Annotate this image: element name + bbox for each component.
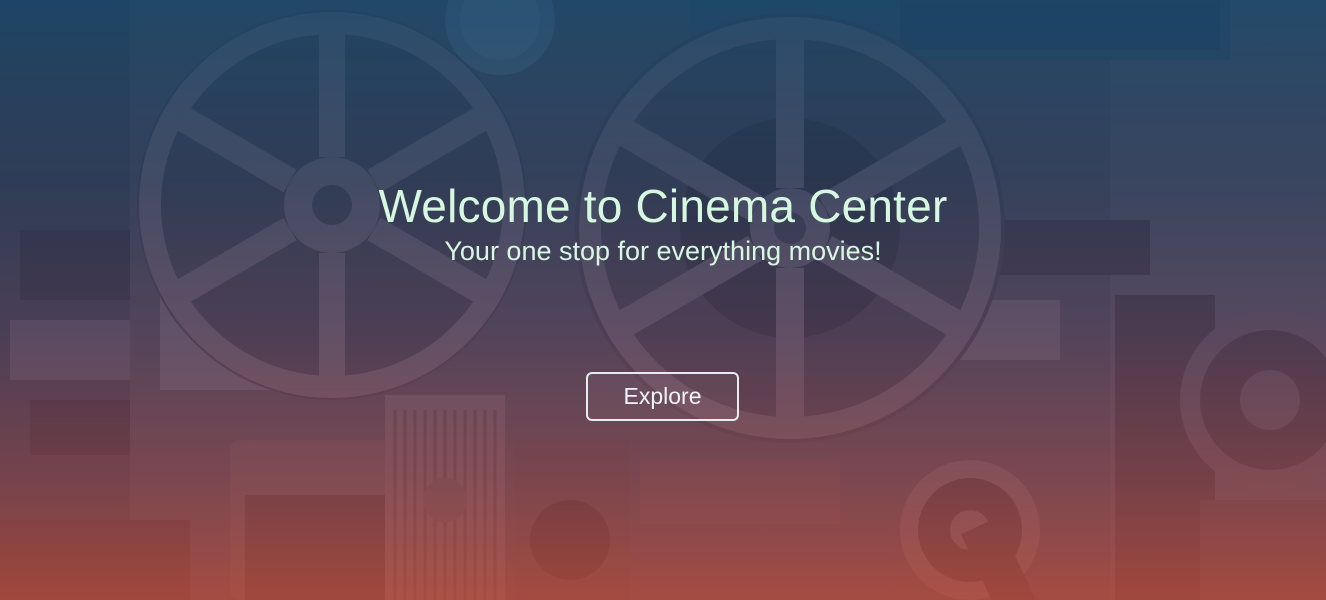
hero-section: Welcome to Cinema Center Your one stop f… bbox=[0, 0, 1326, 600]
hero-title: Welcome to Cinema Center bbox=[378, 180, 948, 232]
hero-subtitle: Your one stop for everything movies! bbox=[444, 236, 882, 266]
explore-button[interactable]: Explore bbox=[586, 372, 739, 421]
hero-content: Welcome to Cinema Center Your one stop f… bbox=[0, 0, 1326, 600]
